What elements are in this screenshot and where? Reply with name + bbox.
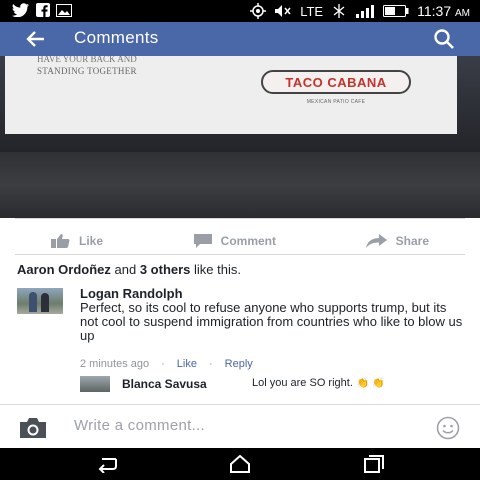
avatar-figure: [41, 293, 49, 312]
back-arrow-icon[interactable]: [24, 27, 48, 51]
twitter-icon: [12, 3, 29, 17]
comment-bubble-icon: [193, 234, 212, 248]
camera-icon[interactable]: [18, 417, 48, 439]
photo-sign: HAVE YOUR BACK AND STANDING TOGETHER TAC…: [5, 56, 457, 134]
data-transfer-icon: [333, 4, 345, 18]
thumbs-up-icon: [51, 234, 70, 248]
search-icon[interactable]: [432, 27, 456, 51]
status-bar: LTE 11:37 AM: [0, 0, 480, 22]
reply-text-wrap: Lol you are SO right. 👏 👏: [252, 377, 385, 389]
liker-name[interactable]: Aaron Ordoñez: [17, 262, 111, 277]
photo-ground: [0, 152, 480, 218]
comment-text: Perfect, so its cool to refuse anyone wh…: [80, 300, 463, 343]
likes-summary[interactable]: Aaron Ordoñez and 3 others like this.: [17, 262, 241, 277]
comment-meta: 2 minutes ago · Like · Reply: [80, 358, 253, 370]
gps-icon: [250, 3, 267, 19]
battery-icon: [383, 5, 409, 17]
post-photo[interactable]: HAVE YOUR BACK AND STANDING TOGETHER TAC…: [0, 56, 480, 218]
divider: [15, 218, 465, 219]
page-title: Comments: [74, 28, 159, 47]
home-nav-icon[interactable]: [228, 455, 252, 473]
like-button[interactable]: Like: [51, 230, 103, 252]
gallery-icon: [56, 3, 72, 17]
clapping-emoji-icon: 👏 👏: [356, 378, 385, 389]
reply-author[interactable]: Blanca Savusa: [122, 377, 207, 391]
comment-button[interactable]: Comment: [193, 230, 276, 252]
recents-nav-icon[interactable]: [362, 455, 386, 473]
avatar[interactable]: [17, 288, 63, 314]
likes-suffix: like this.: [190, 262, 241, 277]
logo-subtext: MEXICAN PATIO CAFE: [306, 99, 366, 105]
sign-text-line2: STANDING TOGETHER: [37, 66, 137, 76]
reply-item[interactable]: Blanca Savusa Lol you are SO right. 👏 👏: [80, 376, 460, 394]
sticker-icon[interactable]: [436, 416, 460, 440]
clock: 11:37 AM: [417, 3, 470, 19]
comment-like-link[interactable]: Like: [177, 358, 197, 370]
meta-separator: ·: [161, 358, 165, 370]
status-indicators: LTE 11:37 AM: [250, 3, 470, 19]
likes-others[interactable]: 3 others: [140, 262, 191, 277]
divider: [15, 254, 465, 255]
avatar-figure: [29, 292, 37, 312]
comment-label: Comment: [220, 234, 276, 248]
reply-text: Lol you are SO right.: [252, 377, 353, 389]
share-button[interactable]: Share: [365, 230, 429, 252]
signal-icon: [356, 5, 375, 18]
like-label: Like: [79, 234, 104, 248]
comment-input[interactable]: Write a comment...: [74, 417, 205, 434]
taco-cabana-logo: TACO CABANA MEXICAN PATIO CAFE: [261, 70, 411, 105]
share-label: Share: [395, 234, 429, 248]
app-bar: Comments: [0, 22, 480, 56]
status-notifications: [12, 3, 72, 17]
logo-text: TACO CABANA: [285, 74, 387, 90]
mute-icon: [275, 5, 291, 17]
share-arrow-icon: [365, 234, 387, 248]
facebook-icon: [36, 3, 50, 17]
likes-connector: and: [110, 262, 140, 277]
meta-separator: ·: [208, 358, 213, 370]
post-actions: Like Comment Share: [15, 230, 465, 252]
comment-author[interactable]: Logan Randolph: [80, 286, 183, 301]
android-nav-bar: [0, 448, 480, 480]
network-type: LTE: [300, 3, 324, 19]
comment-reply-link[interactable]: Reply: [225, 358, 253, 370]
post-panel: Like Comment Share Aaron Ordoñez and 3 o…: [0, 218, 480, 404]
comment-composer: Write a comment...: [0, 404, 480, 448]
back-nav-icon[interactable]: [96, 455, 120, 473]
sign-text-line1: HAVE YOUR BACK AND: [37, 56, 137, 64]
reply-avatar[interactable]: [80, 376, 110, 392]
comment-timestamp: 2 minutes ago: [80, 358, 150, 370]
